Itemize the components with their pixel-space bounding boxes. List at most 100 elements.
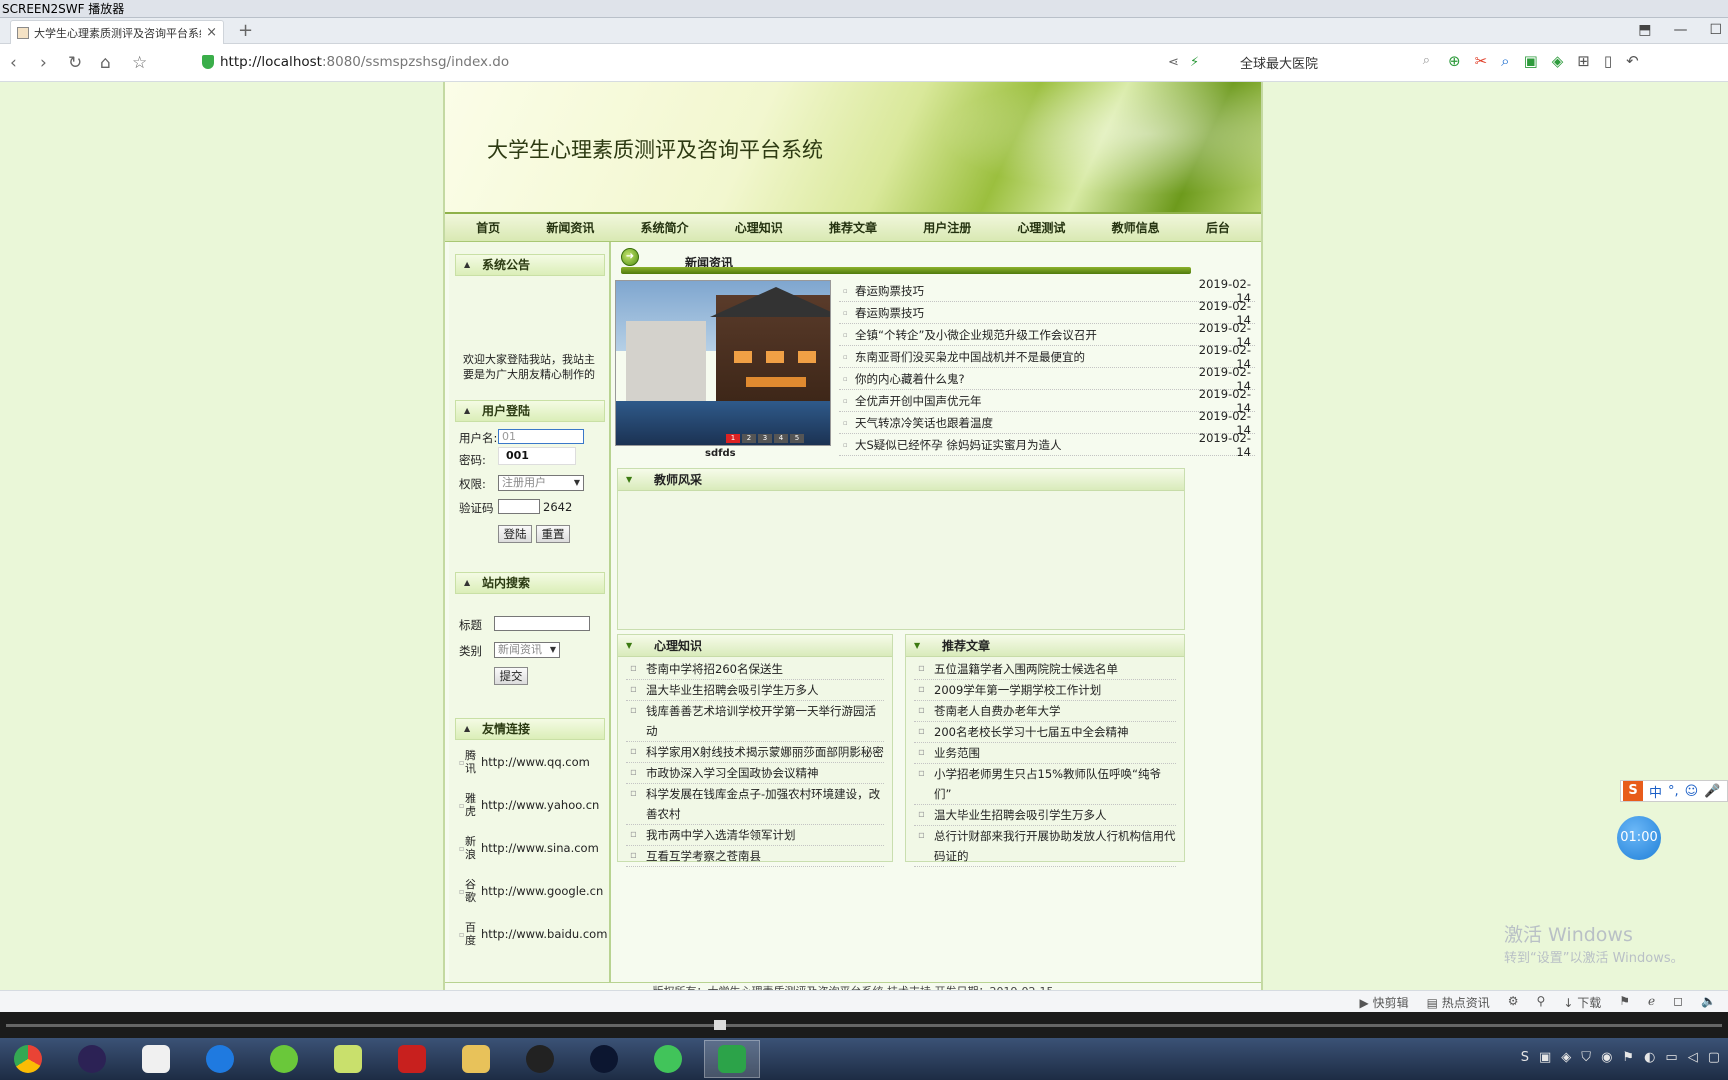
microphone-icon[interactable]: 🎤 [1704, 784, 1720, 799]
list-item[interactable]: 苍南老人自费办老年大学 [914, 701, 1176, 722]
list-item[interactable]: 钱库善善艺术培训学校开学第一天举行游园活动 [626, 701, 884, 742]
login-button[interactable]: 登陆 [498, 525, 532, 543]
link-url[interactable]: http://www.yahoo.cn [481, 798, 599, 812]
ime-toolbar[interactable]: S 中 °, ☺ 🎤 [1620, 780, 1728, 802]
grid-icon[interactable]: ⊞ [1577, 52, 1590, 70]
pin-icon[interactable]: ⚲ [1537, 994, 1546, 1011]
leaf-app-icon[interactable] [256, 1040, 312, 1078]
ime-punct[interactable]: °, [1668, 784, 1679, 799]
search-category-select[interactable]: 新闻资讯 [494, 642, 560, 658]
scissors-icon[interactable]: ✂ [1475, 52, 1488, 70]
nav-item-register[interactable]: 用户注册 [923, 219, 971, 236]
news-title[interactable]: 东南亚哥们没买枭龙中国战机并不是最便宜的 [855, 349, 1185, 365]
flag-icon[interactable]: ⚑ [1619, 994, 1630, 1011]
username-input[interactable]: 01 [498, 429, 584, 444]
network-tray-icon[interactable]: ▭ [1665, 1050, 1677, 1065]
captcha-input[interactable] [498, 499, 540, 514]
file-explorer-icon[interactable] [448, 1040, 504, 1078]
window-icon[interactable]: ◻ [1673, 994, 1683, 1011]
nav-item-news[interactable]: 新闻资讯 [546, 219, 594, 236]
flash-app-icon[interactable] [384, 1040, 440, 1078]
link-url[interactable]: http://www.sina.com [481, 841, 599, 855]
news-title[interactable]: 春运购票技巧 [855, 305, 1185, 321]
close-tab-icon[interactable]: × [206, 25, 217, 40]
autofill-suggestion[interactable]: 001 [498, 447, 576, 465]
slide-page[interactable]: 4 [774, 434, 788, 443]
link-url[interactable]: http://www.qq.com [481, 755, 590, 769]
recording-timer[interactable]: 01:00 [1617, 816, 1661, 860]
nav-item-knowledge[interactable]: 心理知识 [735, 219, 783, 236]
magnifier-ext-icon[interactable]: ⌕ [1501, 52, 1509, 70]
nav-item-test[interactable]: 心理测试 [1017, 219, 1065, 236]
tray-app-icon[interactable]: ▣ [1539, 1050, 1551, 1065]
friend-link[interactable]: ▫ 腾讯 http://www.qq.com [459, 749, 609, 775]
ie-icon[interactable]: ℯ [1648, 994, 1655, 1011]
wechat-app-icon[interactable] [640, 1040, 696, 1078]
search-title-input[interactable] [494, 616, 590, 631]
news-title[interactable]: 大S疑似已经怀孕 徐妈妈证实蜜月为造人 [855, 437, 1185, 453]
seek-track[interactable] [6, 1024, 1722, 1027]
role-select[interactable]: 注册用户 [498, 475, 584, 491]
sogou-logo-icon[interactable]: S [1623, 781, 1643, 801]
tray-shield-icon[interactable]: ⛉ [1581, 1050, 1591, 1065]
list-item[interactable]: 科学家用X射线技术揭示蒙娜丽莎面部阴影秘密 [626, 742, 884, 763]
search-icon[interactable]: ⌕ [1423, 53, 1430, 68]
list-item[interactable]: 200名老校长学习十七届五中全会精神 [914, 722, 1176, 743]
search-input[interactable]: 全球最大医院 ⌕ [1240, 53, 1430, 72]
friend-link[interactable]: ▫ 百度 http://www.baidu.com [459, 921, 609, 947]
media-app-icon[interactable] [576, 1040, 632, 1078]
list-item[interactable]: 总行计财部来我行开展协助发放人行机构信用代码证的 [914, 826, 1176, 867]
friend-link[interactable]: ▫ 雅虎 http://www.yahoo.cn [459, 792, 609, 818]
list-item[interactable]: 温大毕业生招聘会吸引学生万多人 [626, 680, 884, 701]
wechat-tray-icon[interactable]: ◉ [1601, 1050, 1612, 1065]
emoji-icon[interactable]: ☺ [1685, 784, 1699, 799]
sogou-tray-icon[interactable]: S [1521, 1050, 1529, 1065]
forward-arrow-icon[interactable]: › [40, 53, 47, 73]
ime-mode[interactable]: 中 [1649, 782, 1662, 801]
link-url[interactable]: http://www.baidu.com [481, 927, 607, 941]
nav-item-intro[interactable]: 系统简介 [641, 219, 689, 236]
list-item[interactable]: 科学发展在钱库金点子-加强农村环境建设，改善农村 [626, 784, 884, 825]
eclipse-app-icon[interactable] [64, 1040, 120, 1078]
link-url[interactable]: http://www.google.cn [481, 884, 603, 898]
translate-ext-icon[interactable]: ⊕ [1448, 52, 1461, 70]
lightning-icon[interactable]: ⚡ [1190, 55, 1199, 70]
volume-tray-icon[interactable]: ◁ [1688, 1050, 1698, 1065]
list-item[interactable]: 业务范围 [914, 743, 1176, 764]
minimize-button[interactable]: — [1673, 22, 1687, 38]
news-title[interactable]: 你的内心藏着什么鬼? [855, 371, 1185, 387]
search-submit-button[interactable]: 提交 [494, 667, 528, 685]
share-icon[interactable]: ⋖ [1168, 55, 1179, 70]
news-title[interactable]: 全优声开创中国声优元年 [855, 393, 1185, 409]
browser-app-icon[interactable] [192, 1040, 248, 1078]
tablet-icon[interactable]: ▯ [1604, 52, 1612, 70]
settings-icon[interactable]: ⚙ [1508, 994, 1519, 1011]
shield-ext-icon[interactable]: ◈ [1552, 52, 1564, 70]
news-row[interactable]: ▫ 大S疑似已经怀孕 徐妈妈证实蜜月为造人 2019-02-14 [839, 431, 1255, 459]
reset-button[interactable]: 重置 [536, 525, 570, 543]
nav-item-home[interactable]: 首页 [476, 219, 500, 236]
slide-page[interactable]: 3 [758, 434, 772, 443]
seek-handle[interactable] [714, 1020, 726, 1030]
news-title[interactable]: 天气转凉冷笑话也跟着温度 [855, 415, 1185, 431]
undo-icon[interactable]: ↶ [1626, 52, 1639, 70]
home-icon[interactable]: ⌂ [100, 53, 111, 73]
news-title[interactable]: 全镇“个转企”及小微企业规范升级工作会议召开 [855, 327, 1185, 343]
list-item[interactable]: 温大毕业生招聘会吸引学生万多人 [914, 805, 1176, 826]
screen-recorder-app-icon[interactable] [704, 1040, 760, 1078]
slide-page[interactable]: 5 [790, 434, 804, 443]
gamepad-icon[interactable]: ▣ [1524, 52, 1538, 70]
notification-icon[interactable]: ▢ [1708, 1050, 1720, 1065]
new-tab-button[interactable]: + [238, 20, 253, 41]
nav-item-admin[interactable]: 后台 [1206, 219, 1230, 236]
qq-tray-icon[interactable]: ◐ [1644, 1050, 1655, 1065]
hot-news-button[interactable]: ▤ 热点资讯 [1427, 994, 1490, 1011]
nav-item-articles[interactable]: 推荐文章 [829, 219, 877, 236]
browser-tab[interactable]: 大学生心理素质测评及咨询平台系统 × [10, 20, 224, 44]
list-item[interactable]: 五位温籍学者入围两院院士候选名单 [914, 659, 1176, 680]
download-button[interactable]: ↓ 下载 [1563, 994, 1601, 1011]
maximize-button[interactable]: ☐ [1709, 22, 1722, 38]
star-icon[interactable]: ☆ [132, 53, 147, 73]
nav-item-teachers[interactable]: 教师信息 [1112, 219, 1160, 236]
back-arrow-icon[interactable]: ‹ [10, 53, 17, 73]
